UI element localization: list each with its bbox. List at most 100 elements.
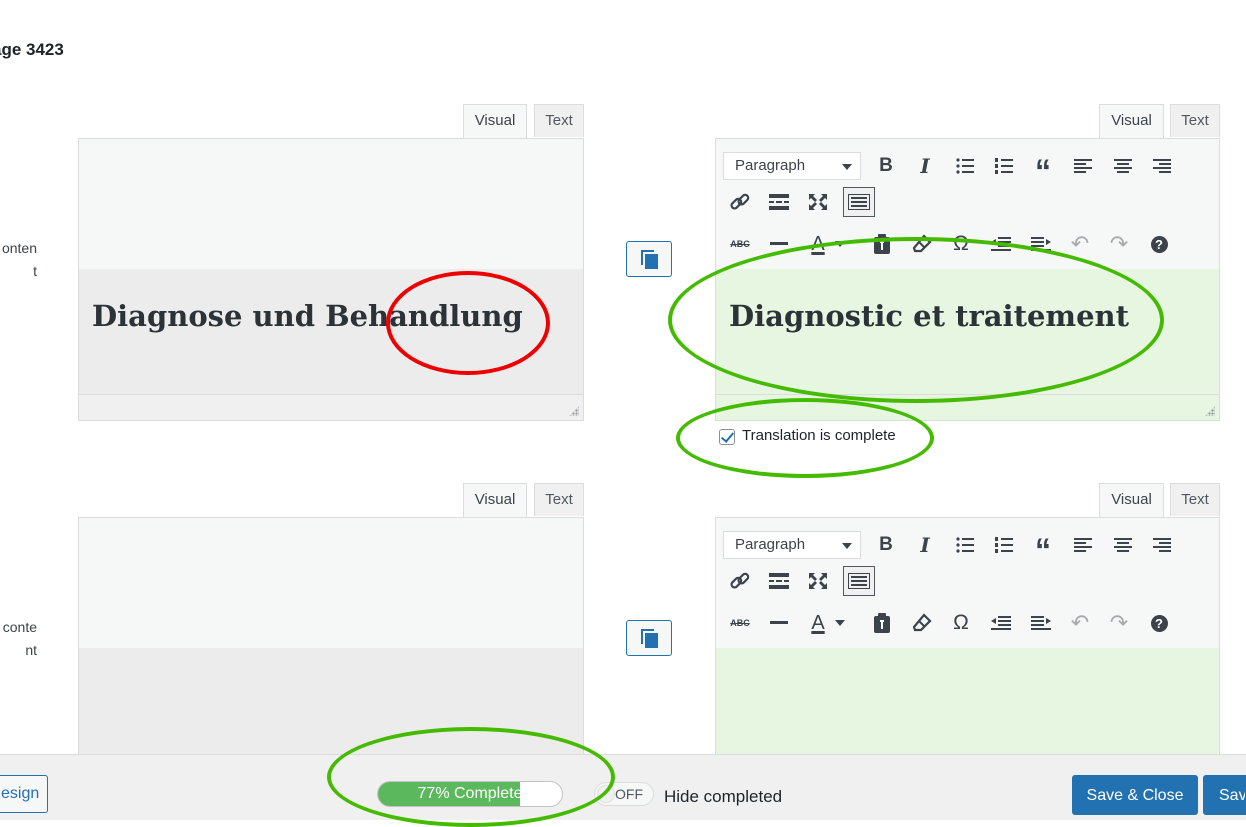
translation-complete-label[interactable]: Translation is complete bbox=[742, 427, 896, 444]
align-center-icon[interactable] bbox=[1108, 530, 1138, 560]
tab-text-target[interactable]: Text bbox=[1170, 483, 1220, 516]
resize-handle-icon[interactable] bbox=[1205, 406, 1215, 416]
align-left-icon[interactable] bbox=[1068, 151, 1098, 181]
bold-icon[interactable]: B bbox=[871, 151, 901, 181]
page-title: age 3423 bbox=[0, 40, 64, 59]
chevron-down-icon[interactable] bbox=[832, 229, 848, 259]
source-toolbar-area bbox=[78, 138, 584, 270]
resign-button[interactable]: esign bbox=[0, 775, 48, 813]
bold-icon[interactable]: B bbox=[871, 530, 901, 560]
indent-icon[interactable] bbox=[1026, 229, 1056, 259]
field-label-line2: t bbox=[33, 263, 37, 279]
target-status-bar bbox=[715, 394, 1220, 421]
source-status-bar bbox=[78, 394, 584, 421]
save-close-button[interactable]: Save & Close bbox=[1072, 775, 1198, 815]
target-toolbar: Paragraph B I “ ABC A Ω ↶ ↷ ? bbox=[715, 517, 1220, 649]
blockquote-icon[interactable]: “ bbox=[1028, 151, 1058, 187]
format-select[interactable]: Paragraph bbox=[723, 152, 861, 180]
link-icon[interactable] bbox=[725, 187, 755, 217]
undo-icon[interactable]: ↶ bbox=[1065, 229, 1095, 259]
bullet-list-icon[interactable] bbox=[950, 151, 980, 181]
align-right-icon[interactable] bbox=[1147, 151, 1177, 181]
translation-complete-checkbox[interactable] bbox=[719, 429, 735, 445]
tab-visual-source[interactable]: Visual bbox=[463, 104, 527, 139]
field-label: conte nt bbox=[0, 616, 37, 662]
tab-text-target[interactable]: Text bbox=[1170, 104, 1220, 137]
blockquote-icon[interactable]: “ bbox=[1028, 530, 1058, 566]
source-editor-content bbox=[78, 648, 584, 768]
field-label-line1: conte bbox=[2, 619, 37, 635]
hide-completed-label[interactable]: Hide completed bbox=[664, 787, 782, 807]
resign-button-label: esign bbox=[1, 785, 40, 802]
field-label-line2: nt bbox=[25, 642, 37, 658]
align-center-icon[interactable] bbox=[1108, 151, 1138, 181]
numbered-list-icon[interactable] bbox=[989, 530, 1019, 560]
outdent-icon[interactable] bbox=[986, 608, 1016, 638]
indent-icon[interactable] bbox=[1026, 608, 1056, 638]
chevron-down-icon[interactable] bbox=[832, 608, 848, 638]
read-more-icon[interactable] bbox=[764, 187, 794, 217]
tab-visual-target[interactable]: Visual bbox=[1099, 104, 1164, 139]
resize-handle-icon[interactable] bbox=[569, 406, 579, 416]
hide-completed-toggle[interactable]: OFF bbox=[594, 782, 654, 806]
source-heading: Diagnose und Behandlung bbox=[92, 299, 523, 333]
fullscreen-icon[interactable] bbox=[803, 566, 833, 596]
fullscreen-icon[interactable] bbox=[803, 187, 833, 217]
help-icon[interactable]: ? bbox=[1144, 229, 1174, 259]
save-button-label: Save bbox=[1219, 787, 1246, 804]
progress-bar: 77% Complete bbox=[377, 781, 563, 807]
field-label-line1: onten bbox=[1, 240, 37, 256]
format-select-value: Paragraph bbox=[735, 157, 806, 174]
tab-visual-source[interactable]: Visual bbox=[463, 483, 527, 518]
text-color-icon[interactable]: A bbox=[803, 229, 833, 259]
target-heading: Diagnostic et traitement bbox=[729, 299, 1130, 333]
undo-icon[interactable]: ↶ bbox=[1065, 608, 1095, 638]
text-color-icon[interactable]: A bbox=[803, 608, 833, 638]
chevron-down-icon bbox=[842, 164, 852, 170]
redo-icon[interactable]: ↷ bbox=[1104, 229, 1134, 259]
redo-icon[interactable]: ↷ bbox=[1104, 608, 1134, 638]
outdent-icon[interactable] bbox=[986, 229, 1016, 259]
tab-text-source[interactable]: Text bbox=[534, 483, 584, 516]
toggle-knob bbox=[597, 785, 615, 803]
toolbar-toggle-icon[interactable] bbox=[843, 566, 875, 596]
chevron-down-icon bbox=[842, 543, 852, 549]
special-character-icon[interactable]: Ω bbox=[946, 608, 976, 638]
strikethrough-icon[interactable]: ABC bbox=[725, 608, 755, 638]
clear-formatting-icon[interactable] bbox=[907, 608, 937, 638]
field-label: onten t bbox=[0, 237, 37, 283]
source-editor-content: Diagnose und Behandlung bbox=[78, 269, 584, 395]
source-toolbar-area bbox=[78, 517, 584, 649]
paste-text-icon[interactable] bbox=[867, 608, 897, 638]
tab-visual-target[interactable]: Visual bbox=[1099, 483, 1164, 518]
clear-formatting-icon[interactable] bbox=[907, 229, 937, 259]
special-character-icon[interactable]: Ω bbox=[946, 229, 976, 259]
link-icon[interactable] bbox=[725, 566, 755, 596]
toolbar-toggle-icon[interactable] bbox=[843, 187, 875, 217]
align-right-icon[interactable] bbox=[1147, 530, 1177, 560]
format-select-value: Paragraph bbox=[735, 536, 806, 553]
italic-icon[interactable]: I bbox=[910, 151, 940, 181]
target-toolbar: Paragraph B I “ ABC A Ω ↶ ↷ ? bbox=[715, 138, 1220, 270]
copy-to-translation-button[interactable] bbox=[626, 620, 672, 656]
strikethrough-icon[interactable]: ABC bbox=[725, 229, 755, 259]
bullet-list-icon[interactable] bbox=[950, 530, 980, 560]
numbered-list-icon[interactable] bbox=[989, 151, 1019, 181]
horizontal-line-icon[interactable] bbox=[764, 229, 794, 259]
copy-icon-front bbox=[643, 252, 660, 271]
read-more-icon[interactable] bbox=[764, 566, 794, 596]
copy-icon-front bbox=[643, 631, 660, 650]
target-editor-content[interactable] bbox=[715, 648, 1220, 768]
save-button[interactable]: Save bbox=[1203, 775, 1246, 815]
align-left-icon[interactable] bbox=[1068, 530, 1098, 560]
format-select[interactable]: Paragraph bbox=[723, 531, 861, 559]
progress-label: 77% Complete bbox=[417, 785, 523, 802]
horizontal-line-icon[interactable] bbox=[764, 608, 794, 638]
italic-icon[interactable]: I bbox=[910, 530, 940, 560]
tab-text-source[interactable]: Text bbox=[534, 104, 584, 137]
copy-to-translation-button[interactable] bbox=[626, 241, 672, 277]
paste-text-icon[interactable] bbox=[867, 229, 897, 259]
footer-bar: esign 77% Complete OFF Hide completed Sa… bbox=[0, 754, 1246, 820]
target-editor-content[interactable]: Diagnostic et traitement bbox=[715, 269, 1220, 395]
help-icon[interactable]: ? bbox=[1144, 608, 1174, 638]
